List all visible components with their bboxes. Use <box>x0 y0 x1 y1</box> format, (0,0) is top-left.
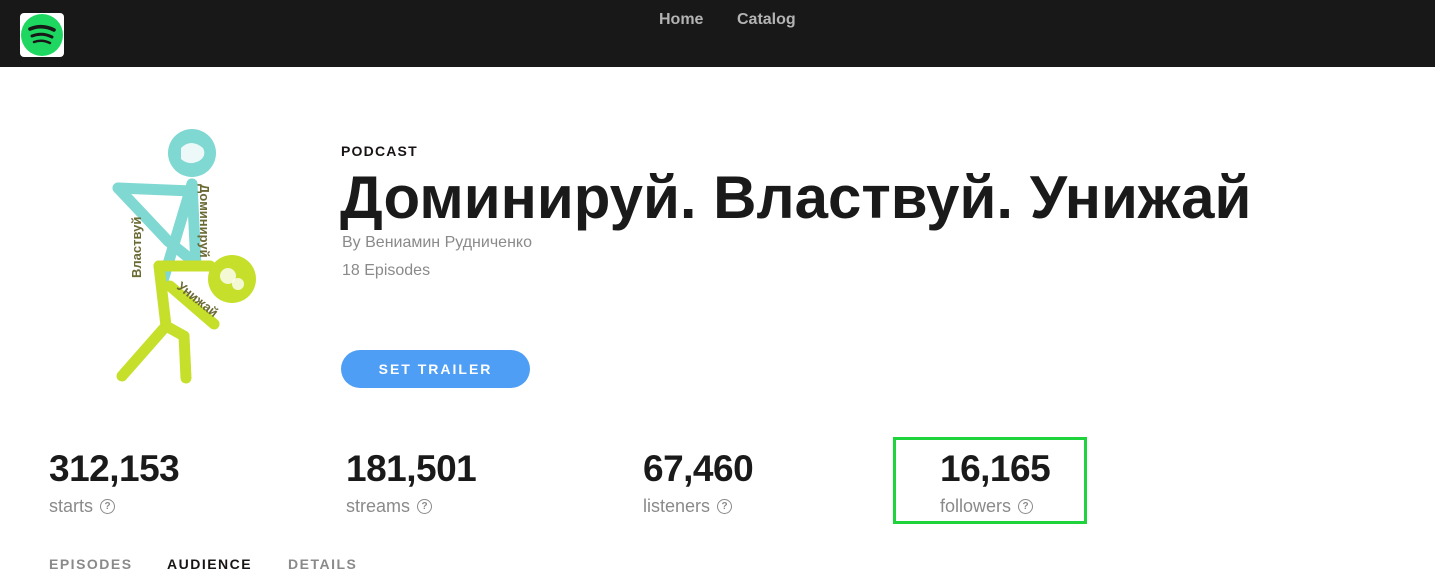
episode-count: 18 Episodes <box>342 262 431 279</box>
stat-value: 181,501 <box>346 448 477 489</box>
podcast-title: Доминируй. Властвуй. Унижай <box>340 164 1252 231</box>
tab-details[interactable]: DETAILS <box>288 556 357 572</box>
content-type-label: PODCAST <box>341 143 418 159</box>
stat-label: streams <box>346 496 411 516</box>
spotify-logo-icon[interactable] <box>20 13 64 57</box>
help-icon[interactable]: ? <box>100 499 116 514</box>
help-icon[interactable]: ? <box>417 499 433 514</box>
nav-home-link[interactable]: Home <box>659 11 703 29</box>
top-nav-bar: Home Catalog <box>0 0 1435 67</box>
stat-starts: 312,153 starts? <box>49 447 180 517</box>
stat-listeners: 67,460 listeners? <box>643 447 754 517</box>
podcast-cover-art: Доминируй Властвуй Унижай <box>104 126 266 388</box>
tab-audience[interactable]: AUDIENCE <box>167 556 252 572</box>
stat-value: 67,460 <box>643 448 754 489</box>
stat-value: 312,153 <box>49 448 180 489</box>
tab-episodes[interactable]: EPISODES <box>49 556 133 572</box>
nav-catalog-link[interactable]: Catalog <box>737 11 796 29</box>
followers-highlight-box <box>893 437 1087 524</box>
svg-text:Властвуй: Властвуй <box>129 217 144 278</box>
podcast-author: By Вениамин Рудниченко <box>342 234 532 251</box>
svg-text:Доминируй: Доминируй <box>197 184 212 258</box>
help-icon[interactable]: ? <box>717 499 733 514</box>
set-trailer-button[interactable]: SET TRAILER <box>341 350 530 388</box>
stat-label: listeners <box>643 496 711 516</box>
stat-streams: 181,501 streams? <box>346 447 477 517</box>
stat-label: starts <box>49 496 94 516</box>
